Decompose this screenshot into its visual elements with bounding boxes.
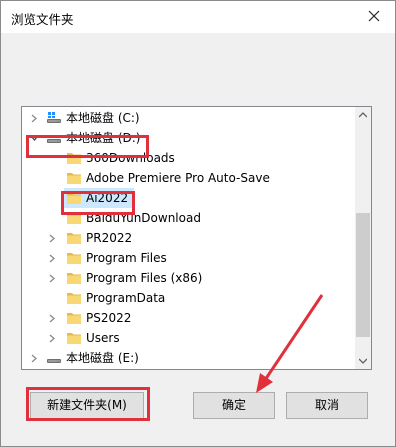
browse-folder-dialog: 浏览文件夹 本地磁盘 (C:) 本地磁盘 (D:) 360Downloads Adob… xyxy=(0,0,396,447)
annotation-arrow-icon xyxy=(256,294,324,393)
